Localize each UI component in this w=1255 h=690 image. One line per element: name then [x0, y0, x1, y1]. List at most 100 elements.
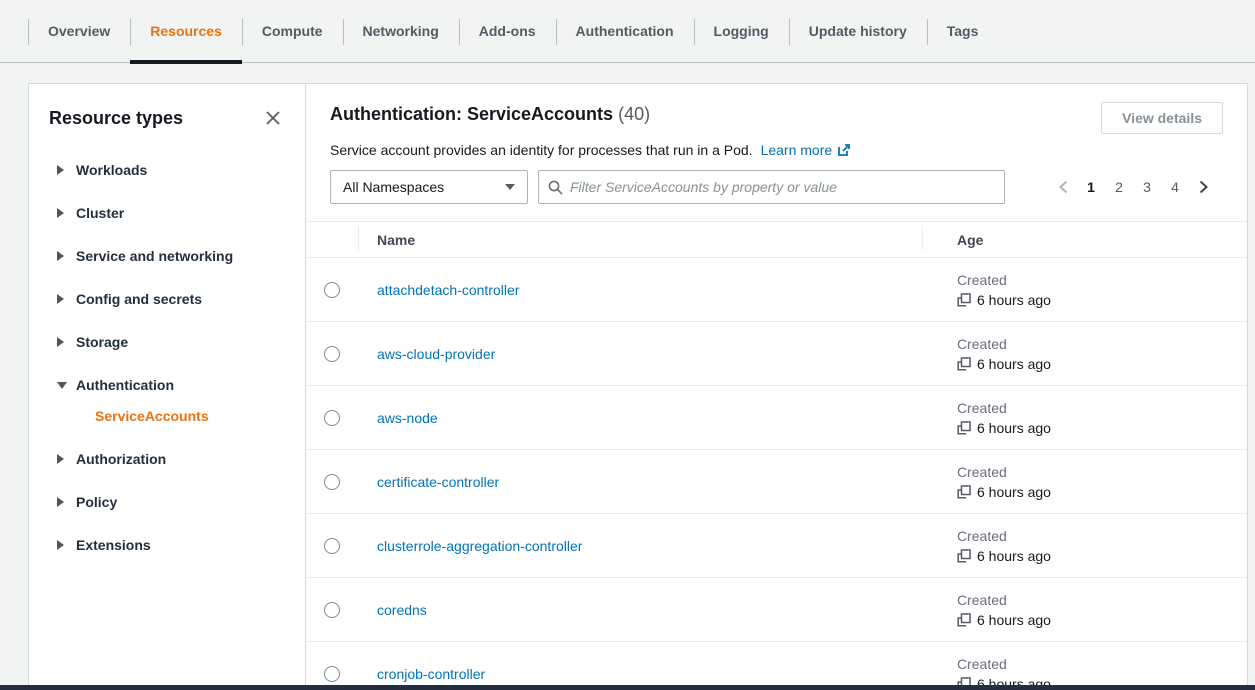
tree-item[interactable]: Authentication [57, 373, 285, 397]
close-icon[interactable] [261, 106, 285, 130]
page-number[interactable]: 2 [1105, 179, 1133, 195]
tab-label: Resources [150, 23, 222, 39]
console-footer-bar [0, 685, 1255, 690]
row-age-cell: Created 6 hours ago [922, 272, 1247, 308]
tab[interactable]: Logging [694, 0, 789, 62]
tab-label: Tags [947, 23, 979, 39]
page-number[interactable]: 3 [1133, 179, 1161, 195]
tree-item[interactable]: Authorization [57, 447, 285, 471]
row-select-radio[interactable] [324, 602, 340, 618]
tab[interactable]: Update history [789, 0, 927, 62]
tab-label: Update history [809, 23, 907, 39]
row-age-cell: Created 6 hours ago [922, 400, 1247, 436]
age-text: 6 hours ago [977, 356, 1051, 372]
row-select-radio[interactable] [324, 538, 340, 554]
caret-icon[interactable] [57, 208, 76, 218]
caret-icon[interactable] [57, 454, 76, 464]
service-accounts-table: Name Age attachdetach-controller Crea [306, 221, 1247, 690]
row-select-cell [306, 538, 358, 554]
tree-item[interactable]: Policy [57, 490, 285, 514]
tab[interactable]: Authentication [556, 0, 694, 62]
row-name-cell: certificate-controller [358, 474, 922, 490]
row-select-radio[interactable] [324, 282, 340, 298]
pagination: 1 2 3 4 [1049, 179, 1217, 195]
copy-icon[interactable] [957, 549, 971, 563]
caret-icon[interactable] [57, 337, 76, 347]
caret-icon[interactable] [57, 540, 76, 550]
service-account-link[interactable]: certificate-controller [377, 474, 499, 490]
page-number[interactable]: 4 [1161, 179, 1189, 195]
tab[interactable]: Tags [927, 0, 999, 62]
tree-item[interactable]: Service and networking [57, 244, 285, 268]
created-label: Created [957, 336, 1247, 352]
sidebar-title: Resource types [49, 108, 183, 129]
created-label: Created [957, 400, 1247, 416]
table-body: attachdetach-controller Created [306, 258, 1247, 690]
age-text: 6 hours ago [977, 420, 1051, 436]
namespace-select[interactable]: All Namespaces [330, 170, 528, 204]
row-name-cell: coredns [358, 602, 922, 618]
row-select-radio[interactable] [324, 666, 340, 682]
copy-icon[interactable] [957, 357, 971, 371]
row-name-cell: aws-cloud-provider [358, 346, 922, 362]
tab[interactable]: Resources [130, 0, 242, 62]
tree-item[interactable]: Workloads [57, 158, 285, 182]
description-text: Service account provides an identity for… [330, 142, 753, 158]
row-select-radio[interactable] [324, 410, 340, 426]
search-icon [548, 180, 563, 195]
caret-icon[interactable] [57, 497, 76, 507]
tab[interactable]: Add-ons [459, 0, 556, 62]
resource-types-sidebar: Resource types Workloads Cluster Service… [29, 84, 306, 689]
cluster-tab-bar: Overview Resources Compute Networking Ad… [0, 0, 1255, 63]
row-select-cell [306, 346, 358, 362]
search-box [538, 170, 1005, 204]
previous-page-icon[interactable] [1049, 180, 1077, 194]
row-select-radio[interactable] [324, 346, 340, 362]
copy-icon[interactable] [957, 613, 971, 627]
filter-input[interactable] [570, 179, 995, 195]
created-label: Created [957, 656, 1247, 672]
page-number[interactable]: 1 [1077, 179, 1105, 195]
table-row: aws-cloud-provider Created [306, 322, 1247, 386]
view-details-button[interactable]: View details [1101, 102, 1223, 134]
tree-item[interactable]: Config and secrets [57, 287, 285, 311]
learn-more-link[interactable]: Learn more [761, 142, 852, 158]
tab[interactable]: Compute [242, 0, 343, 62]
tree-item-label: Workloads [76, 162, 147, 178]
tree-item-label: Service and networking [76, 248, 233, 264]
service-account-link[interactable]: aws-cloud-provider [377, 346, 495, 362]
copy-icon[interactable] [957, 421, 971, 435]
page-number-label: 3 [1143, 179, 1151, 195]
row-select-radio[interactable] [324, 474, 340, 490]
tree-item-label: ServiceAccounts [95, 408, 209, 424]
external-link-icon [837, 143, 851, 157]
tree-item[interactable]: ServiceAccounts [57, 404, 285, 428]
caret-icon[interactable] [57, 294, 76, 304]
main-content: Authentication: ServiceAccounts (40) Vie… [306, 84, 1247, 689]
created-label: Created [957, 528, 1247, 544]
row-age-cell: Created 6 hours ago [922, 336, 1247, 372]
name-column-header: Name [358, 232, 922, 248]
table-row: cronjob-controller Created [306, 642, 1247, 690]
tab-label: Add-ons [479, 23, 536, 39]
resources-card: Resource types Workloads Cluster Service… [28, 83, 1248, 690]
tree-item[interactable]: Storage [57, 330, 285, 354]
tab[interactable]: Overview [28, 0, 130, 62]
service-account-link[interactable]: aws-node [377, 410, 438, 426]
tree-item[interactable]: Extensions [57, 533, 285, 557]
tree-item[interactable]: Cluster [57, 201, 285, 225]
next-page-icon[interactable] [1189, 180, 1217, 194]
age-text: 6 hours ago [977, 292, 1051, 308]
caret-icon[interactable] [57, 251, 76, 261]
copy-icon[interactable] [957, 485, 971, 499]
tab[interactable]: Networking [343, 0, 459, 62]
service-account-link[interactable]: clusterrole-aggregation-controller [377, 538, 582, 554]
caret-icon[interactable] [57, 382, 76, 389]
page-number-label: 4 [1171, 179, 1179, 195]
caret-icon[interactable] [57, 165, 76, 175]
service-account-link[interactable]: coredns [377, 602, 427, 618]
service-account-link[interactable]: attachdetach-controller [377, 282, 519, 298]
service-account-link[interactable]: cronjob-controller [377, 666, 485, 682]
copy-icon[interactable] [957, 293, 971, 307]
row-name-cell: attachdetach-controller [358, 282, 922, 298]
